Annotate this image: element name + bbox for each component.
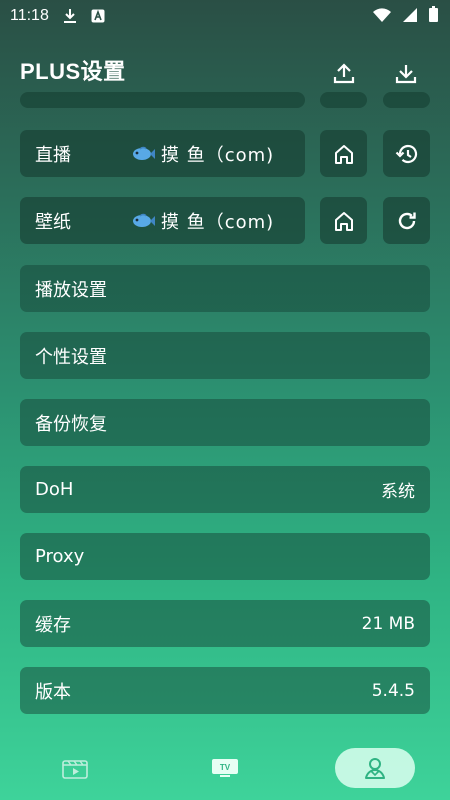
proxy-row[interactable]: Proxy <box>20 533 430 580</box>
home-icon <box>334 211 353 231</box>
wallpaper-home-button[interactable] <box>320 197 367 244</box>
clapperboard-icon <box>62 760 88 779</box>
profile-icon <box>365 758 385 779</box>
scrolled-row-main[interactable] <box>20 92 305 108</box>
scrolled-row-button-1[interactable] <box>320 92 367 108</box>
tab-videos[interactable] <box>45 748 105 788</box>
live-source-row[interactable]: 直播 摸 鱼（com) <box>20 130 305 177</box>
playback-settings-row[interactable]: 播放设置 <box>20 265 430 312</box>
notification-a-icon <box>91 9 105 23</box>
fish-icon <box>131 213 155 229</box>
download-icon <box>63 8 77 24</box>
refresh-icon <box>398 212 416 229</box>
live-home-button[interactable] <box>320 130 367 177</box>
cache-value: 21 MB <box>361 613 415 634</box>
upload-icon <box>333 63 355 84</box>
tab-profile[interactable] <box>335 748 415 788</box>
version-label: 版本 <box>35 681 71 703</box>
playback-settings-label: 播放设置 <box>35 279 107 301</box>
wifi-icon <box>373 7 391 26</box>
import-button[interactable] <box>391 58 421 88</box>
backup-restore-row[interactable]: 备份恢复 <box>20 399 430 446</box>
version-row[interactable]: 版本 5.4.5 <box>20 667 430 714</box>
cache-label: 缓存 <box>35 614 71 636</box>
live-source-label: 直播 <box>35 144 71 166</box>
download-icon <box>395 65 417 84</box>
export-button[interactable] <box>329 58 359 88</box>
wallpaper-source-value: 摸 鱼（com) <box>161 211 275 233</box>
doh-row[interactable]: DoH 系统 <box>20 466 430 513</box>
signal-icon <box>403 7 417 26</box>
cache-row[interactable]: 缓存 21 MB <box>20 600 430 647</box>
history-icon <box>395 144 417 163</box>
wallpaper-source-label: 壁纸 <box>35 211 71 233</box>
tv-label: TV <box>220 763 231 772</box>
version-value: 5.4.5 <box>371 680 415 701</box>
fish-icon <box>131 146 155 162</box>
scrolled-row-button-2[interactable] <box>383 92 430 108</box>
proxy-label: Proxy <box>35 546 85 567</box>
status-time: 11:18 <box>10 7 49 24</box>
live-source-value: 摸 鱼（com) <box>161 144 275 166</box>
page-title: PLUS设置 <box>20 59 126 84</box>
page-header: PLUS设置 <box>0 50 450 90</box>
doh-value: 系统 <box>381 482 415 502</box>
tab-tv[interactable]: TV <box>195 748 255 788</box>
backup-restore-label: 备份恢复 <box>35 413 107 435</box>
personalization-label: 个性设置 <box>35 346 107 368</box>
status-bar: 11:18 <box>0 0 450 32</box>
battery-icon <box>429 6 438 26</box>
tv-icon: TV <box>212 759 238 777</box>
home-icon <box>334 144 353 164</box>
wallpaper-source-row[interactable]: 壁纸 摸 鱼（com) <box>20 197 305 244</box>
bottom-tab-bar: TV <box>0 740 450 800</box>
live-history-button[interactable] <box>383 130 430 177</box>
doh-label: DoH <box>35 479 74 500</box>
personalization-row[interactable]: 个性设置 <box>20 332 430 379</box>
wallpaper-refresh-button[interactable] <box>383 197 430 244</box>
